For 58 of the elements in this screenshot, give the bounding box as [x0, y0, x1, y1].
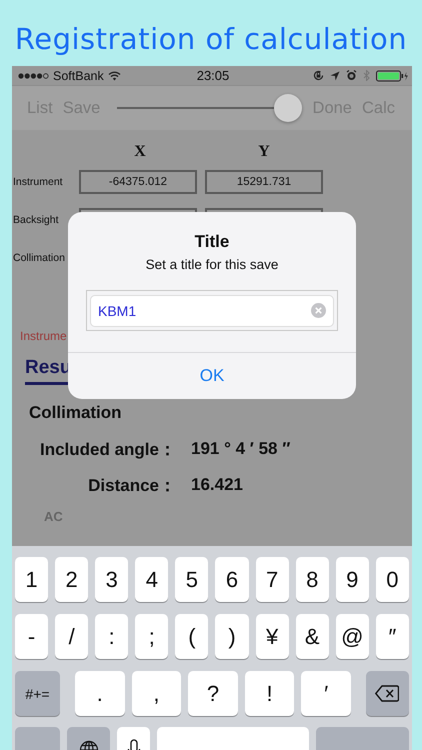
row-label: Backsight	[12, 214, 60, 226]
keyboard-key[interactable]: :	[95, 614, 128, 659]
wifi-icon	[108, 70, 121, 80]
carrier-name: SoftBank	[53, 68, 104, 82]
keyboard-key[interactable]: )	[215, 614, 249, 659]
row-label: Instrument	[12, 176, 64, 188]
keyboard-key[interactable]: ¥	[256, 614, 289, 659]
clock-time: 23:05	[196, 68, 230, 83]
result-label: Included angle：	[38, 438, 176, 460]
dialog-message: Set a title for this save	[146, 257, 278, 272]
keyboard-key[interactable]: -	[15, 614, 48, 659]
input-field[interactable]: -64375.012	[79, 170, 197, 194]
ok-button[interactable]: OK	[68, 352, 356, 399]
keyboard-key[interactable]: ?	[188, 671, 238, 716]
keyboard-key[interactable]: 7	[256, 557, 289, 602]
keyboard-key[interactable]: !	[244, 671, 294, 716]
alarm-clock-icon	[346, 70, 357, 81]
location-arrow-icon	[330, 70, 340, 80]
result-value: 16.421	[190, 475, 243, 495]
rotation-lock-icon	[312, 70, 324, 81]
keyboard-key[interactable]: 2	[55, 557, 88, 602]
column-heading: Y	[257, 143, 271, 162]
clear-icon	[311, 303, 326, 318]
keyboard-key[interactable]: 8	[296, 557, 329, 602]
keyboard-key[interactable]: 1	[15, 557, 48, 602]
title-input-field[interactable]: KBM1	[90, 294, 334, 326]
row-label: Collimation	[12, 252, 66, 264]
keyboard-key[interactable]: ,	[132, 671, 182, 716]
keyboard-key[interactable]: /	[55, 614, 88, 659]
keyboard-key[interactable]: ″	[376, 614, 409, 659]
result-label: Distance：	[87, 474, 176, 496]
keyboard-key[interactable]: @	[336, 614, 369, 659]
bluetooth-icon	[362, 70, 370, 81]
keyboard-key[interactable]: #+=	[15, 671, 60, 716]
delete-key[interactable]	[366, 671, 409, 716]
keyboard-key[interactable]: 5	[175, 557, 208, 602]
slider-track[interactable]	[117, 94, 302, 122]
input-field[interactable]: 15291.731	[205, 170, 323, 194]
keyboard-key[interactable]: ′	[301, 671, 351, 716]
column-heading: X	[133, 143, 147, 162]
keyboard-key[interactable]: 0	[376, 557, 409, 602]
slider-thumb[interactable]	[274, 94, 302, 122]
keyboard-key[interactable]: 9	[336, 557, 369, 602]
keyboard-key[interactable]: (	[175, 614, 208, 659]
keyboard-key[interactable]: 6	[215, 557, 249, 602]
dialog-title: Title	[194, 232, 230, 252]
backspace-icon	[375, 685, 400, 702]
keyboard-key[interactable]: 3	[95, 557, 128, 602]
keyboard-key[interactable]: ;	[135, 614, 168, 659]
keyboard-key[interactable]: &	[296, 614, 329, 659]
note-text: Instrume	[19, 329, 68, 343]
headline: Registration of calculation	[14, 21, 408, 58]
battery-charging-icon	[376, 70, 408, 82]
keyboard-key[interactable]: 4	[135, 557, 168, 602]
result-value: 191 ° 4 ′ 58 ″	[190, 439, 290, 459]
result-title: Collimation	[29, 403, 123, 423]
signal-icon	[18, 72, 49, 80]
keyboard-key[interactable]: .	[75, 671, 125, 716]
